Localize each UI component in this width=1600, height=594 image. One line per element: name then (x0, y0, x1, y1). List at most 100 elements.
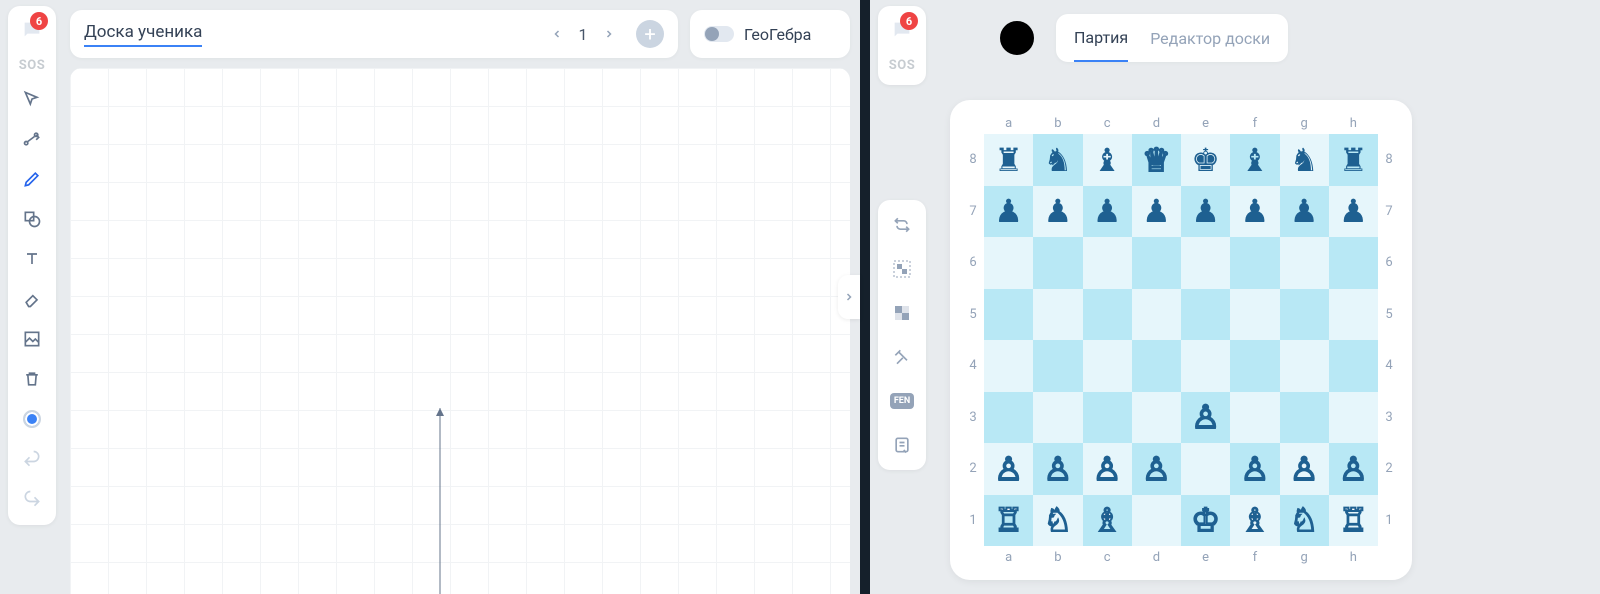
piece-P[interactable]: ♙ (984, 443, 1033, 495)
clear-board-button[interactable] (887, 342, 917, 372)
square-g3[interactable] (1280, 392, 1329, 444)
flip-board-button[interactable] (887, 210, 917, 240)
square-g8[interactable]: ♞ (1280, 134, 1329, 186)
square-d7[interactable]: ♟ (1132, 186, 1181, 238)
square-c7[interactable]: ♟ (1083, 186, 1132, 238)
square-f5[interactable] (1230, 289, 1279, 341)
image-tool[interactable] (14, 321, 50, 357)
notes-button[interactable] (887, 430, 917, 460)
piece-P[interactable]: ♙ (1033, 443, 1082, 495)
square-d4[interactable] (1132, 340, 1181, 392)
piece-p[interactable]: ♟ (1230, 186, 1279, 238)
pointer-tool[interactable] (14, 81, 50, 117)
color-picker[interactable] (14, 401, 50, 437)
square-c3[interactable] (1083, 392, 1132, 444)
square-f8[interactable]: ♝ (1230, 134, 1279, 186)
square-d2[interactable]: ♙ (1132, 443, 1181, 495)
square-f1[interactable]: ♗ (1230, 495, 1279, 547)
trash-tool[interactable] (14, 361, 50, 397)
square-c8[interactable]: ♝ (1083, 134, 1132, 186)
square-b2[interactable]: ♙ (1033, 443, 1082, 495)
toggle-switch[interactable] (704, 26, 734, 42)
piece-b[interactable]: ♝ (1083, 134, 1132, 186)
chat-button[interactable]: 6 (14, 12, 50, 48)
piece-B[interactable]: ♗ (1230, 495, 1279, 547)
square-e4[interactable] (1181, 340, 1230, 392)
piece-p[interactable]: ♟ (1329, 186, 1378, 238)
square-b3[interactable] (1033, 392, 1082, 444)
pane-divider[interactable] (860, 0, 870, 594)
board-pattern-1[interactable] (887, 254, 917, 284)
square-b5[interactable] (1033, 289, 1082, 341)
square-h8[interactable]: ♜ (1329, 134, 1378, 186)
piece-n[interactable]: ♞ (1033, 134, 1082, 186)
canvas-area[interactable] (70, 68, 850, 594)
piece-p[interactable]: ♟ (984, 186, 1033, 238)
square-b6[interactable] (1033, 237, 1082, 289)
piece-K[interactable]: ♔ (1181, 495, 1230, 547)
piece-p[interactable]: ♟ (1280, 186, 1329, 238)
square-e2[interactable] (1181, 443, 1230, 495)
piece-r[interactable]: ♜ (1329, 134, 1378, 186)
piece-R[interactable]: ♖ (984, 495, 1033, 547)
square-c1[interactable]: ♗ (1083, 495, 1132, 547)
tab-game[interactable]: Партия (1074, 14, 1128, 62)
vector-tool[interactable] (14, 121, 50, 157)
piece-P[interactable]: ♙ (1181, 392, 1230, 444)
fen-button[interactable]: FEN (887, 386, 917, 416)
square-h7[interactable]: ♟ (1329, 186, 1378, 238)
square-e5[interactable] (1181, 289, 1230, 341)
board-pattern-2[interactable] (887, 298, 917, 328)
tab-editor[interactable]: Редактор доски (1150, 14, 1270, 62)
square-d8[interactable]: ♕ (1132, 134, 1181, 186)
square-f4[interactable] (1230, 340, 1279, 392)
square-e8[interactable]: ♚ (1181, 134, 1230, 186)
sos-label[interactable]: SOS (19, 58, 45, 73)
square-d1[interactable] (1132, 495, 1181, 547)
square-h4[interactable] (1329, 340, 1378, 392)
square-h2[interactable]: ♙ (1329, 443, 1378, 495)
piece-p[interactable]: ♟ (1083, 186, 1132, 238)
next-page-button[interactable] (600, 25, 618, 43)
square-h1[interactable]: ♖ (1329, 495, 1378, 547)
shapes-tool[interactable] (14, 201, 50, 237)
eraser-tool[interactable] (14, 281, 50, 317)
chat-button-right[interactable]: 6 (884, 12, 920, 48)
piece-r[interactable]: ♜ (984, 134, 1033, 186)
piece-N[interactable]: ♘ (1280, 495, 1329, 547)
square-c6[interactable] (1083, 237, 1132, 289)
square-h6[interactable] (1329, 237, 1378, 289)
square-g4[interactable] (1280, 340, 1329, 392)
square-c4[interactable] (1083, 340, 1132, 392)
square-e1[interactable]: ♔ (1181, 495, 1230, 547)
piece-P[interactable]: ♙ (1329, 443, 1378, 495)
square-b4[interactable] (1033, 340, 1082, 392)
piece-N[interactable]: ♘ (1033, 495, 1082, 547)
square-f3[interactable] (1230, 392, 1279, 444)
square-g1[interactable]: ♘ (1280, 495, 1329, 547)
piece-P[interactable]: ♙ (1083, 443, 1132, 495)
square-g7[interactable]: ♟ (1280, 186, 1329, 238)
square-g2[interactable]: ♙ (1280, 443, 1329, 495)
piece-Q[interactable]: ♕ (1132, 134, 1181, 186)
square-h3[interactable] (1329, 392, 1378, 444)
square-d6[interactable] (1132, 237, 1181, 289)
square-b7[interactable]: ♟ (1033, 186, 1082, 238)
add-page-button[interactable]: + (636, 20, 664, 48)
square-a5[interactable] (984, 289, 1033, 341)
square-f6[interactable] (1230, 237, 1279, 289)
piece-n[interactable]: ♞ (1280, 134, 1329, 186)
square-a2[interactable]: ♙ (984, 443, 1033, 495)
geogebra-toggle-card[interactable]: ГеоГебра (690, 10, 850, 58)
piece-p[interactable]: ♟ (1033, 186, 1082, 238)
piece-R[interactable]: ♖ (1329, 495, 1378, 547)
square-a4[interactable] (984, 340, 1033, 392)
square-e6[interactable] (1181, 237, 1230, 289)
piece-p[interactable]: ♟ (1181, 186, 1230, 238)
square-c5[interactable] (1083, 289, 1132, 341)
square-a1[interactable]: ♖ (984, 495, 1033, 547)
text-tool[interactable] (14, 241, 50, 277)
square-b8[interactable]: ♞ (1033, 134, 1082, 186)
square-e3[interactable]: ♙ (1181, 392, 1230, 444)
board-name[interactable]: Доска ученика (84, 22, 202, 47)
